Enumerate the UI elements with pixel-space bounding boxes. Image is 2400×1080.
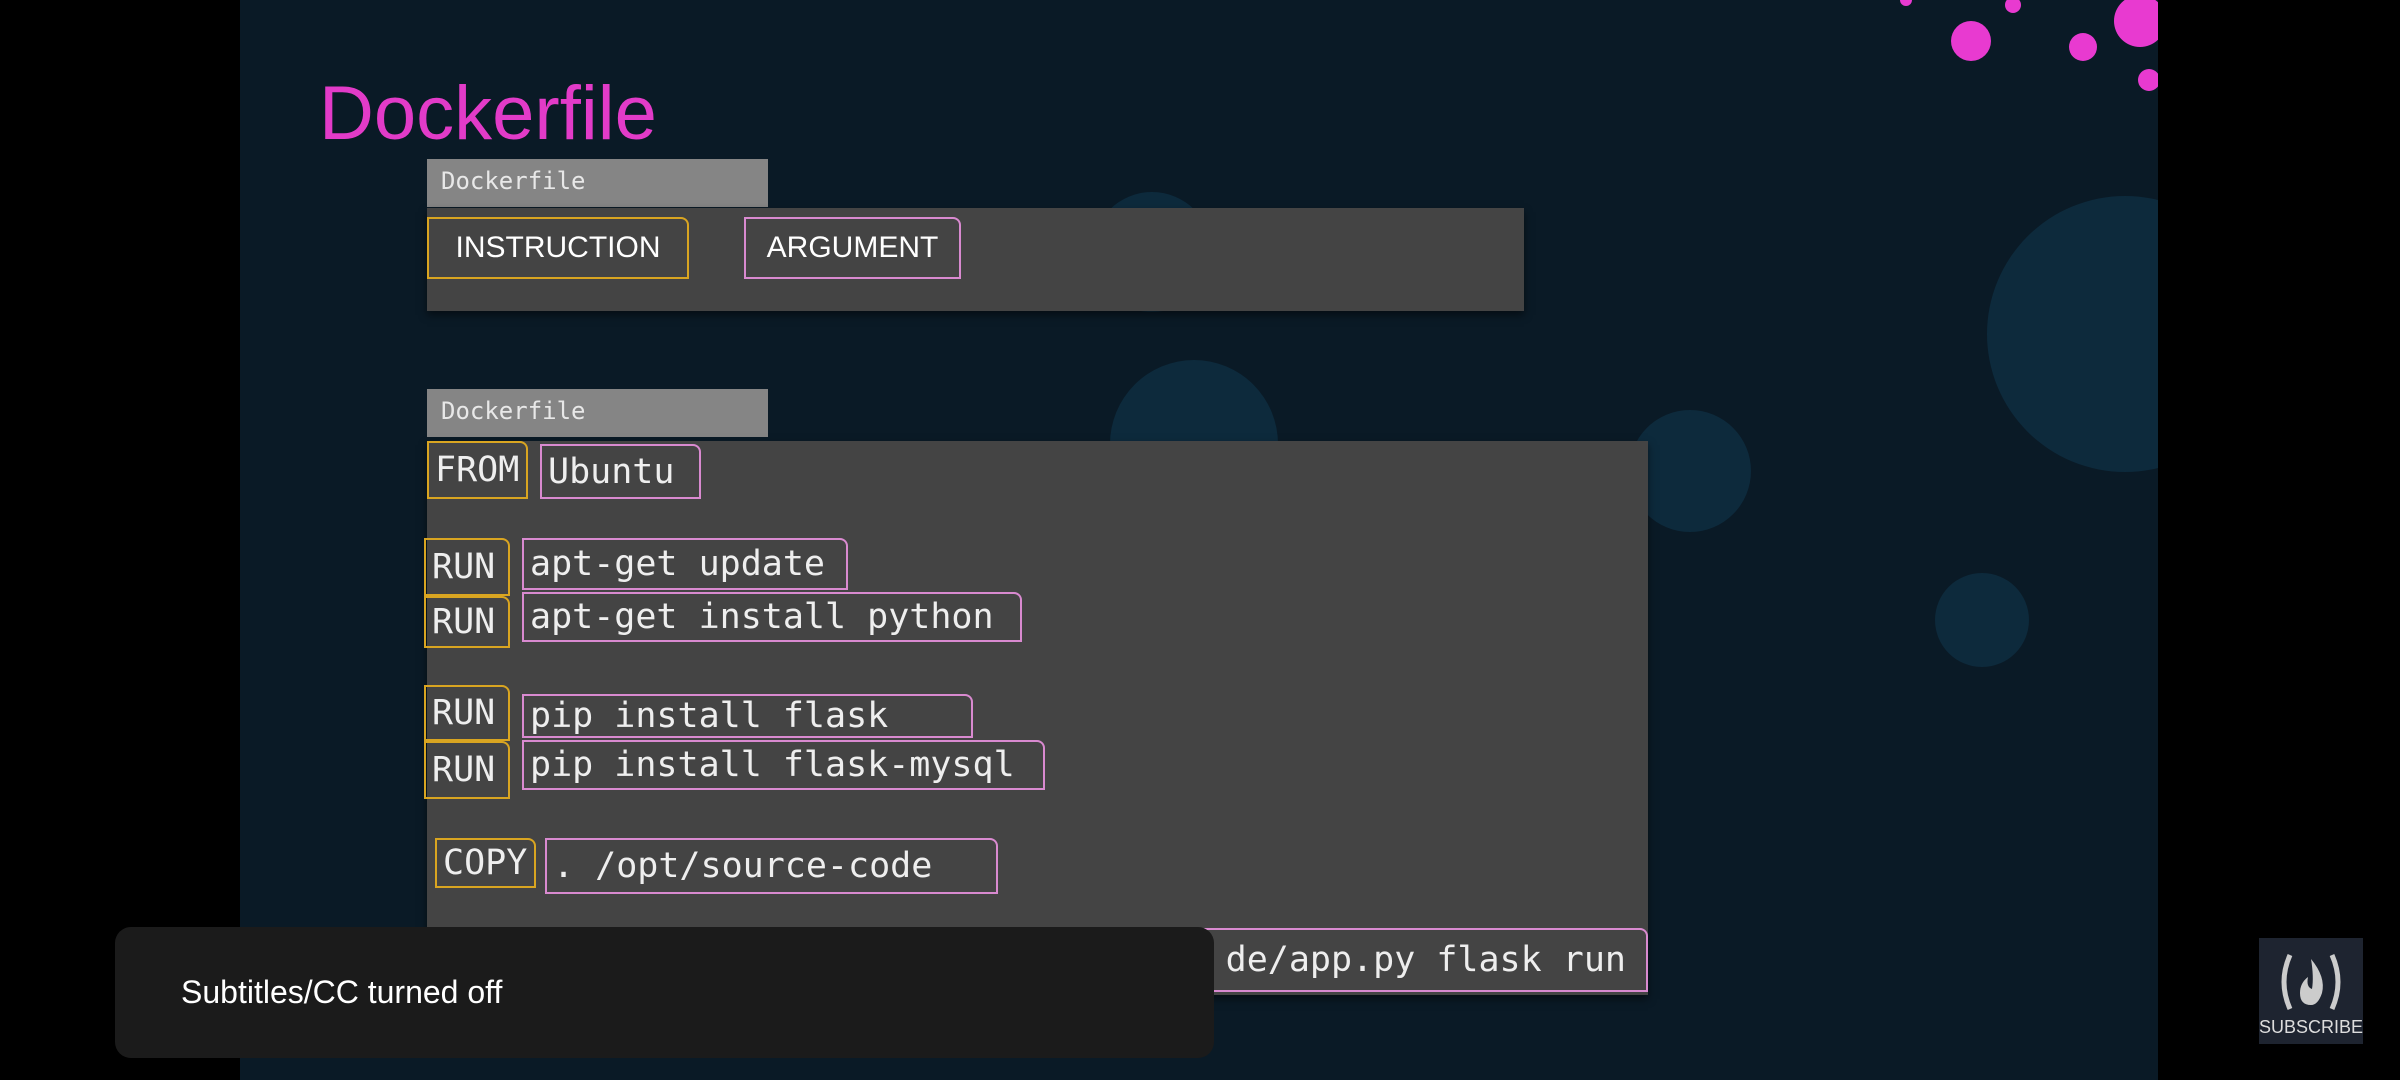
argument-label: ARGUMENT <box>744 217 961 279</box>
subtitles-toast: Subtitles/CC turned off <box>115 927 1214 1058</box>
subscribe-button[interactable]: SUBSCRIBE <box>2259 938 2363 1044</box>
slide-title: Dockerfile <box>319 71 657 156</box>
instruction-run: RUN <box>424 685 510 741</box>
example-tab: Dockerfile <box>427 389 768 437</box>
argument-apt-update: apt-get update <box>522 538 848 590</box>
instruction-run: RUN <box>424 741 510 799</box>
decor-dot <box>2069 33 2097 61</box>
subscribe-label: SUBSCRIBE <box>2258 1017 2364 1037</box>
decor-dot <box>2114 0 2158 47</box>
argument-pip-flask: pip install flask <box>522 694 973 738</box>
background-circle <box>1935 573 2029 667</box>
decor-dot <box>2138 69 2158 91</box>
syntax-tab: Dockerfile <box>427 159 768 207</box>
instruction-label: INSTRUCTION <box>427 217 689 279</box>
argument-pip-flask-mysql: pip install flask-mysql <box>522 740 1045 790</box>
decor-dot <box>2005 0 2021 13</box>
decor-dot <box>1900 0 1912 6</box>
instruction-run: RUN <box>424 596 510 648</box>
background-circle <box>1987 196 2158 472</box>
argument-copy-source: . /opt/source-code <box>545 838 998 894</box>
decor-dot <box>1951 21 1991 61</box>
argument-apt-install-python: apt-get install python <box>522 592 1022 642</box>
instruction-copy: COPY <box>435 838 536 888</box>
argument-ubuntu: Ubuntu <box>540 444 701 499</box>
flame-logo-icon <box>2281 953 2341 1011</box>
toast-text: Subtitles/CC turned off <box>181 974 503 1010</box>
instruction-from: FROM <box>427 441 528 499</box>
instruction-run: RUN <box>424 538 510 596</box>
